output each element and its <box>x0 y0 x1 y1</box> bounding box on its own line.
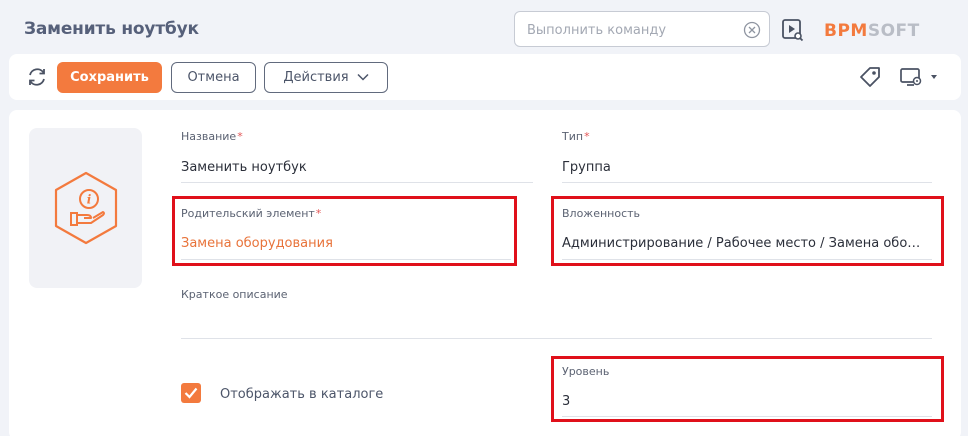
record-card: i Название* Заменить ноутбук Тип* Группа… <box>9 110 961 436</box>
highlight-box-nesting <box>551 196 944 266</box>
clear-icon[interactable] <box>743 21 761 39</box>
name-underline <box>181 182 533 183</box>
highlight-box-level <box>551 356 944 422</box>
record-image[interactable]: i <box>29 128 142 288</box>
bpmsoft-logo: BPMSOFT <box>824 16 946 42</box>
save-button[interactable]: Сохранить <box>57 62 162 93</box>
actions-button[interactable]: Действия <box>264 62 388 93</box>
refresh-icon[interactable] <box>26 66 48 88</box>
name-field[interactable]: Название* Заменить ноутбук <box>181 130 533 183</box>
info-hand-hexagon-icon: i <box>54 171 118 245</box>
chevron-down-icon <box>357 70 369 85</box>
svg-text:i: i <box>87 193 92 207</box>
toolbar: Сохранить Отмена Действия <box>9 54 961 100</box>
required-mark: * <box>584 130 590 143</box>
actions-label: Действия <box>283 70 349 85</box>
command-box[interactable] <box>514 11 770 47</box>
show-in-catalog-label[interactable]: Отображать в каталоге <box>220 387 383 402</box>
description-underline <box>181 338 932 339</box>
cancel-button[interactable]: Отмена <box>171 62 256 93</box>
type-label: Тип <box>562 130 584 143</box>
description-field[interactable]: Краткое описание <box>181 288 932 339</box>
video-search-icon[interactable] <box>781 18 805 42</box>
page-title: Заменить ноутбук <box>24 19 199 39</box>
type-underline <box>562 182 932 183</box>
monitor-settings-icon[interactable] <box>899 66 939 88</box>
name-label: Название <box>181 130 237 143</box>
type-field[interactable]: Тип* Группа <box>562 130 932 183</box>
description-label: Краткое описание <box>181 288 288 301</box>
tag-icon[interactable] <box>859 66 881 88</box>
type-value[interactable]: Группа <box>562 160 932 175</box>
command-input[interactable] <box>527 21 737 39</box>
svg-text:BPMSOFT: BPMSOFT <box>824 21 920 41</box>
required-mark: * <box>237 130 243 143</box>
name-value[interactable]: Заменить ноутбук <box>181 160 533 175</box>
highlight-box-parent <box>172 196 517 266</box>
show-in-catalog-checkbox[interactable] <box>181 383 201 403</box>
check-icon <box>184 387 198 399</box>
